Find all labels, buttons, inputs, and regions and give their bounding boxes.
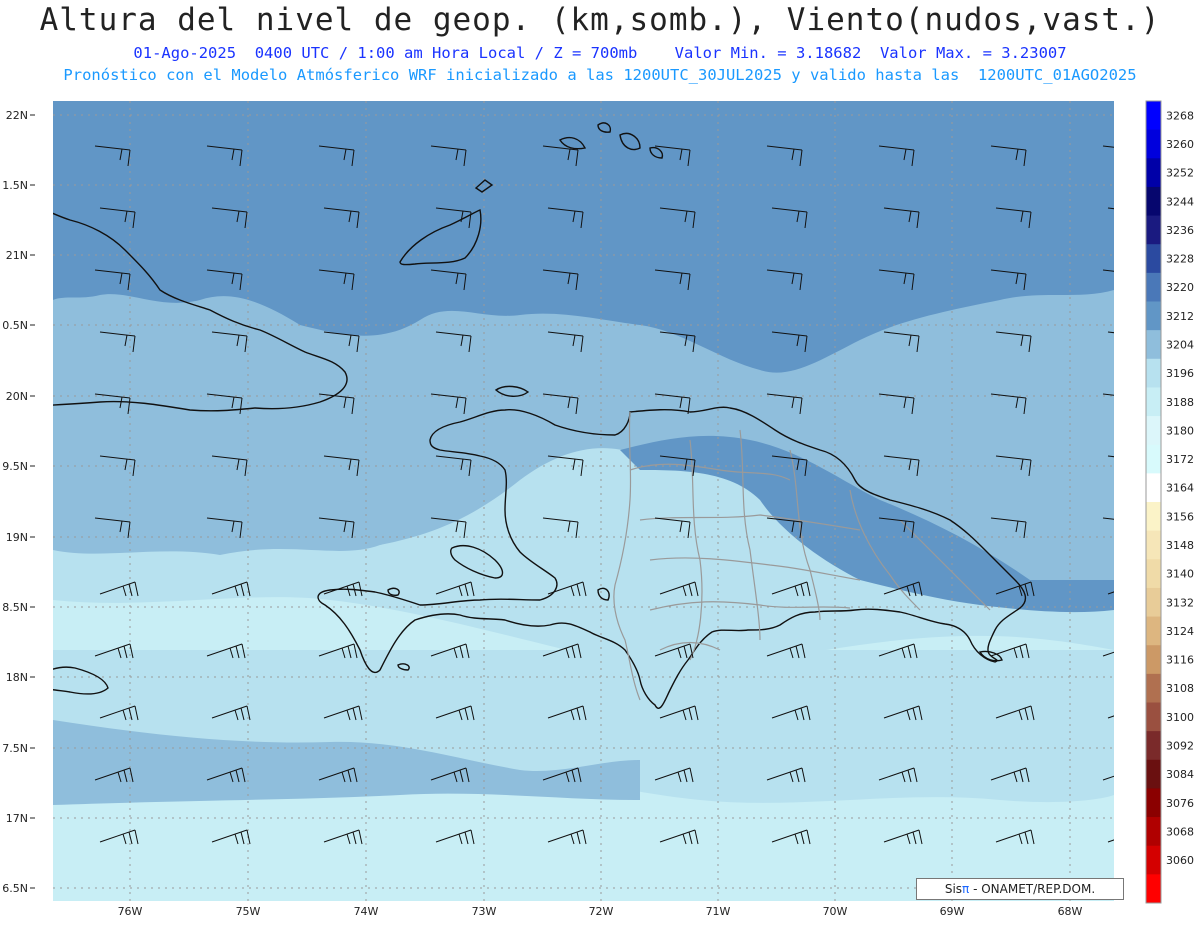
colorbar-label: 3236 <box>1166 224 1194 237</box>
colorbar-segment <box>1146 358 1161 388</box>
colorbar-label: 3204 <box>1166 338 1194 351</box>
lon-label: 73W <box>472 905 497 918</box>
colorbar-label: 3108 <box>1166 682 1194 695</box>
lat-label: 7.5N <box>2 742 28 755</box>
colorbar-label: 3076 <box>1166 797 1194 810</box>
colorbar-label: 3260 <box>1166 138 1194 151</box>
colorbar-segment <box>1146 244 1161 274</box>
colorbar-label: 3084 <box>1166 768 1194 781</box>
colorbar-segment <box>1146 559 1161 589</box>
colorbar-segment <box>1146 473 1161 503</box>
colorbar-segment <box>1146 416 1161 446</box>
colorbar-segment <box>1146 101 1161 131</box>
colorbar-label: 3196 <box>1166 367 1194 380</box>
lon-label: 71W <box>706 905 731 918</box>
lat-label: 22N <box>6 109 28 122</box>
lon-label: 74W <box>354 905 379 918</box>
colorbar-label: 3268 <box>1166 109 1194 122</box>
colorbar-label: 3124 <box>1166 625 1194 638</box>
lon-label: 75W <box>236 905 261 918</box>
lat-label: 6.5N <box>2 882 28 895</box>
lat-label: 8.5N <box>2 601 28 614</box>
colorbar-segment <box>1146 788 1161 818</box>
colorbar-label: 3220 <box>1166 281 1194 294</box>
lat-label: 0.5N <box>2 319 28 332</box>
colorbar-segment <box>1146 673 1161 703</box>
colorbar-segment <box>1146 759 1161 789</box>
colorbar-segment <box>1146 444 1161 474</box>
lat-label: 9.5N <box>2 460 28 473</box>
colorbar-label: 3164 <box>1166 482 1194 495</box>
lat-label: 19N <box>6 531 28 544</box>
colorbar-label: 3140 <box>1166 568 1194 581</box>
lon-label: 76W <box>118 905 143 918</box>
lat-label: 20N <box>6 390 28 403</box>
colorbar-segment <box>1146 215 1161 245</box>
colorbar-segment <box>1146 502 1161 532</box>
lat-label: 21N <box>6 249 28 262</box>
colorbar-label: 3212 <box>1166 310 1194 323</box>
colorbar-segment <box>1146 731 1161 761</box>
colorbar-label: 3132 <box>1166 596 1194 609</box>
latitude-labels: 22N 1.5N 21N 0.5N 20N 9.5N 19N 8.5N 18N 7.5N 17N 6.… <box>2 109 35 895</box>
colorbar-label: 3116 <box>1166 654 1194 667</box>
colorbar-label: 3092 <box>1166 739 1194 752</box>
colorbar-segment <box>1146 158 1161 188</box>
colorbar-segment <box>1146 817 1161 847</box>
lon-label: 68W <box>1058 905 1083 918</box>
colorbar-segment <box>1146 129 1161 159</box>
colorbar-label: 3188 <box>1166 396 1194 409</box>
colorbar-label: 3060 <box>1166 854 1194 867</box>
colorbar-label: 3244 <box>1166 195 1194 208</box>
colorbar-segment <box>1146 186 1161 217</box>
colorbar-label: 3100 <box>1166 711 1194 724</box>
colorbar-segment <box>1146 874 1161 904</box>
colorbar-segment <box>1146 616 1161 646</box>
lon-label: 70W <box>823 905 848 918</box>
colorbar-segment <box>1146 301 1161 331</box>
colorbar-segment <box>1146 530 1161 560</box>
colorbar-segment <box>1146 587 1161 618</box>
longitude-labels: 76W 75W 74W 73W 72W 71W 70W 69W 68W <box>118 905 1083 918</box>
lat-label: 1.5N <box>2 179 28 192</box>
colorbar-segment <box>1146 702 1161 732</box>
colorbar-label: 3148 <box>1166 539 1194 552</box>
colorbar-label: 3068 <box>1166 825 1194 838</box>
colorbar: 3268 3260 3252 3244 3236 3228 3220 3212 3204 3196… <box>1145 100 1194 904</box>
colorbar-label: 3180 <box>1166 424 1194 437</box>
lat-label: 18N <box>6 671 28 684</box>
colorbar-label: 3172 <box>1166 453 1194 466</box>
credit-box: Sisπ - ONAMET/REP.DOM. <box>916 878 1124 900</box>
lat-label: 17N <box>6 812 28 825</box>
lon-label: 69W <box>940 905 965 918</box>
colorbar-label: 3228 <box>1166 253 1194 266</box>
colorbar-label: 3156 <box>1166 510 1194 523</box>
geopotential-shading <box>53 101 1114 901</box>
colorbar-segment <box>1146 387 1161 417</box>
forecast-map: 22N 1.5N 21N 0.5N 20N 9.5N 19N 8.5N 18N 7.5N 17N 6.… <box>2 95 1194 918</box>
colorbar-segment <box>1146 272 1161 302</box>
colorbar-segment <box>1146 330 1161 360</box>
colorbar-label: 3252 <box>1166 167 1194 180</box>
colorbar-segment <box>1146 645 1161 675</box>
lon-label: 72W <box>589 905 614 918</box>
colorbar-segment <box>1146 845 1161 875</box>
